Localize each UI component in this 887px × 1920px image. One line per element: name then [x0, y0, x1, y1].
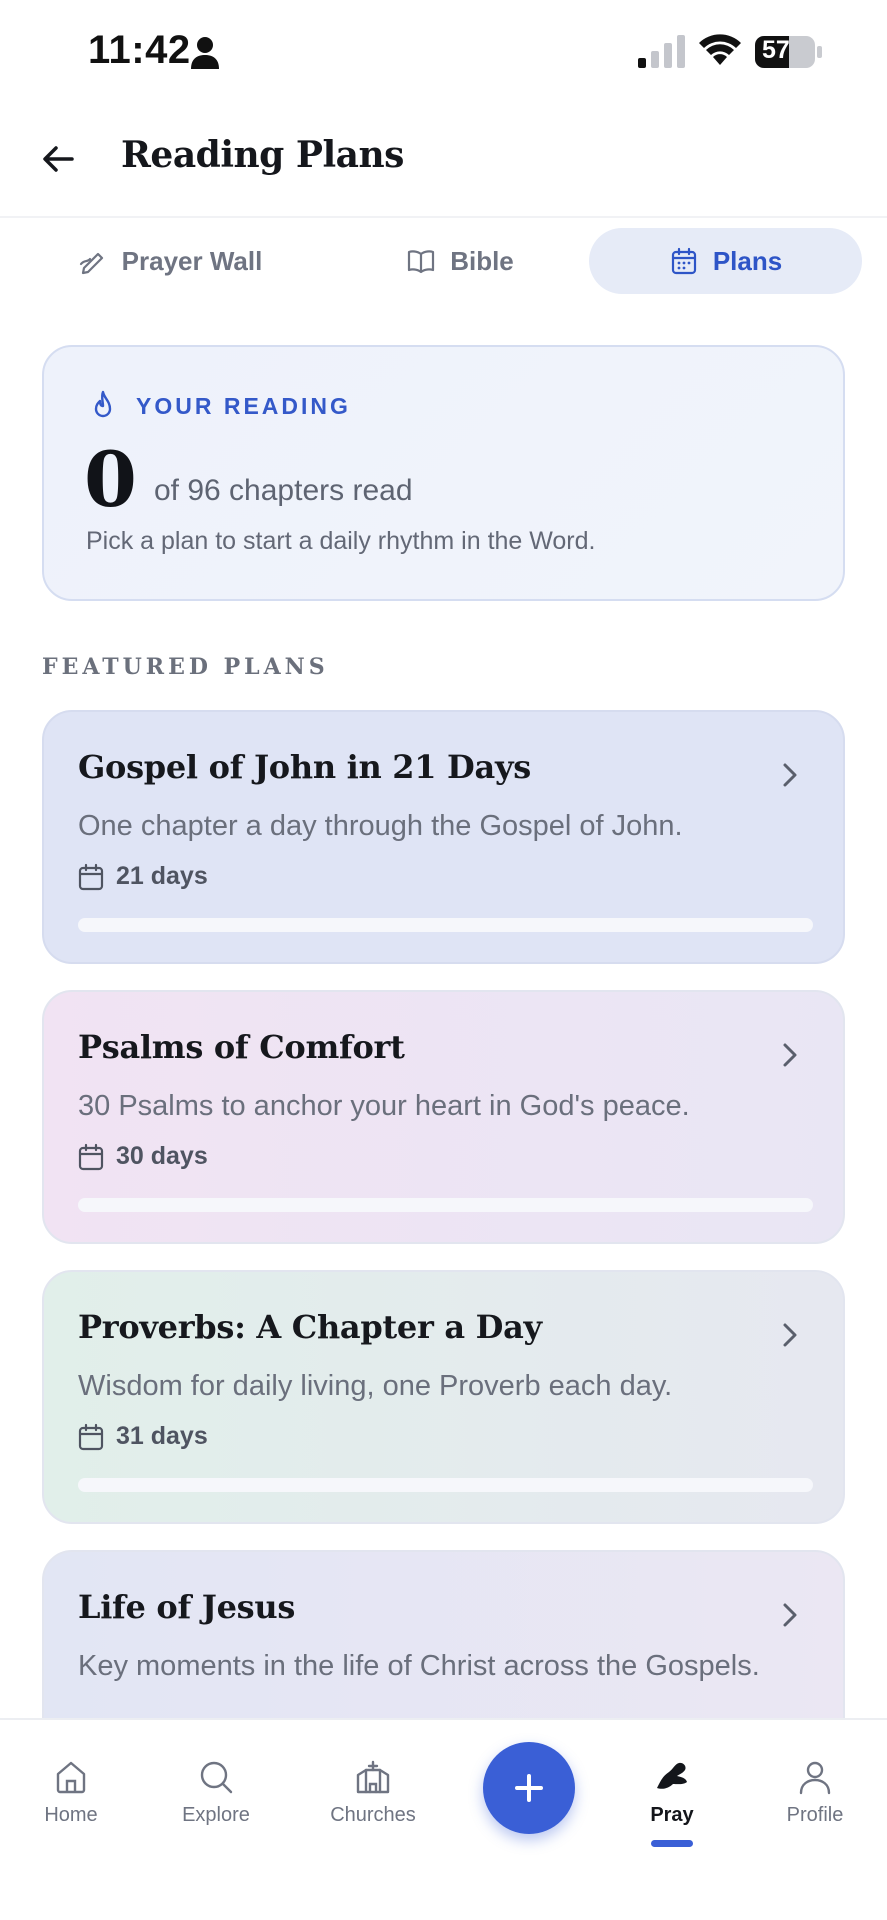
tab-label: Prayer Wall: [121, 245, 263, 276]
reading-progress-card: YOUR READING 0 of 96 chapters read Pick …: [42, 345, 845, 601]
chapters-total-text: of 96 chapters read: [154, 474, 413, 507]
nav-label: Churches: [330, 1804, 416, 1826]
back-arrow-icon[interactable]: [36, 134, 86, 184]
chapters-read-count: 0: [84, 435, 137, 524]
plan-duration-text: 21 days: [116, 862, 208, 890]
nav-label: Explore: [182, 1804, 250, 1826]
plan-description: Wisdom for daily living, one Proverb eac…: [78, 1370, 673, 1402]
calendar-icon: [78, 1143, 104, 1170]
featured-plans-heading: FEATURED PLANS: [42, 654, 329, 680]
plan-card-proverbs[interactable]: Proverbs: A Chapter a Day Wisdom for dai…: [42, 1270, 845, 1524]
plan-duration-text: 30 days: [116, 1142, 208, 1170]
plan-progress-bar: [78, 1198, 813, 1212]
calendar-icon: [78, 1423, 104, 1450]
tab-label: Bible: [450, 245, 514, 276]
nav-label: Pray: [650, 1804, 694, 1826]
pen-hand-icon: [79, 252, 103, 275]
nav-churches[interactable]: Churches: [308, 1758, 438, 1827]
nav-label: Home: [44, 1804, 98, 1826]
church-icon: [356, 1760, 390, 1794]
page-title: Reading Plans: [121, 134, 404, 176]
tab-prayer-wall[interactable]: Prayer Wall: [40, 228, 300, 294]
plan-progress-bar: [78, 918, 813, 932]
nav-home[interactable]: Home: [6, 1758, 136, 1827]
person-status-icon: [191, 37, 219, 69]
plan-duration: 21 days: [78, 862, 208, 891]
plan-title: Life of Jesus: [78, 1588, 296, 1626]
flame-icon: [94, 390, 112, 418]
person-icon: [799, 1761, 831, 1795]
tab-bible[interactable]: Bible: [340, 228, 580, 294]
battery-icon: 57: [754, 34, 824, 70]
search-icon: [200, 1761, 233, 1794]
segment-tabs: Prayer Wall Bible Plans: [40, 228, 862, 294]
plan-title: Psalms of Comfort: [78, 1028, 405, 1066]
praying-hands-icon: [657, 1762, 687, 1789]
plan-duration: 31 days: [78, 1422, 208, 1451]
nav-profile[interactable]: Profile: [750, 1758, 880, 1827]
plan-description: Key moments in the life of Christ across…: [78, 1650, 760, 1682]
plan-card-gospel-of-john[interactable]: Gospel of John in 21 Days One chapter a …: [42, 710, 845, 964]
bottom-nav: Home Explore Churches Pray Profile: [0, 1718, 887, 1920]
plan-card-psalms-of-comfort[interactable]: Psalms of Comfort 30 Psalms to anchor yo…: [42, 990, 845, 1244]
status-time: 11:42: [88, 28, 191, 72]
active-nav-indicator: [651, 1840, 693, 1847]
nav-pray[interactable]: Pray: [607, 1758, 737, 1827]
tab-plans[interactable]: Plans: [589, 228, 862, 294]
plus-icon: [515, 1774, 543, 1802]
book-open-icon: [408, 250, 435, 274]
chevron-right-icon: [783, 1043, 797, 1067]
plan-description: One chapter a day through the Gospel of …: [78, 810, 683, 842]
reading-label-row: YOUR READING: [88, 389, 351, 423]
status-bar: 11:42 57: [0, 0, 887, 104]
plan-progress-bar: [78, 1478, 813, 1492]
chevron-right-icon: [783, 763, 797, 787]
reading-subtitle: Pick a plan to start a daily rhythm in t…: [86, 527, 596, 555]
calendar-icon: [78, 863, 104, 890]
plan-duration-text: 31 days: [116, 1422, 208, 1450]
chevron-right-icon: [783, 1603, 797, 1627]
signal-icon: [638, 35, 685, 68]
plan-title: Gospel of John in 21 Days: [78, 748, 531, 786]
wifi-icon: [699, 34, 741, 65]
reading-label: YOUR READING: [136, 392, 351, 419]
chevron-right-icon: [783, 1323, 797, 1347]
calendar-icon: [671, 247, 696, 275]
plan-duration: 30 days: [78, 1142, 208, 1171]
tab-label: Plans: [712, 245, 783, 276]
nav-explore[interactable]: Explore: [151, 1758, 281, 1827]
plan-title: Proverbs: A Chapter a Day: [78, 1308, 542, 1346]
battery-level: 57: [762, 36, 790, 64]
home-icon: [56, 1761, 86, 1794]
plan-description: 30 Psalms to anchor your heart in God's …: [78, 1090, 690, 1122]
add-button[interactable]: [483, 1742, 575, 1834]
nav-label: Profile: [786, 1804, 844, 1826]
header: Reading Plans: [0, 104, 887, 218]
